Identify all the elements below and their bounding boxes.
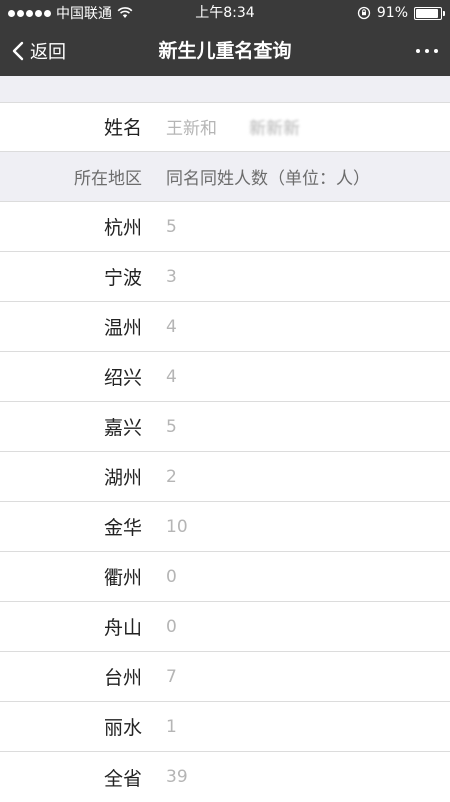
section-gap (0, 76, 450, 103)
page-title: 新生儿重名查询 (158, 40, 292, 62)
name-value-2: 新新新 (249, 119, 300, 139)
region-cell: 舟山 (103, 617, 142, 639)
region-cell: 湖州 (103, 467, 142, 489)
more-dot-icon (416, 49, 420, 53)
region-column-header: 所在地区 (74, 169, 142, 189)
count-cell: 1 (166, 716, 177, 737)
more-button[interactable] (416, 26, 438, 76)
more-dot-icon (425, 49, 429, 53)
count-cell: 2 (166, 466, 177, 487)
name-label: 姓名 (103, 117, 142, 139)
count-cell: 39 (166, 767, 188, 787)
count-cell: 0 (166, 616, 177, 637)
table-row: 衢州 0 (0, 552, 450, 602)
table-row: 嘉兴 5 (0, 402, 450, 452)
nav-bar: 返回 新生儿重名查询 (0, 26, 450, 76)
region-cell: 宁波 (103, 267, 142, 289)
status-bar: 中国联通 上午8:34 91% (0, 0, 450, 26)
battery-fill (416, 8, 438, 18)
count-cell: 4 (166, 366, 177, 387)
region-cell: 温州 (103, 317, 142, 339)
region-cell: 衢州 (103, 567, 142, 589)
table-header: 所在地区 同名同姓人数（单位：人） (0, 152, 450, 202)
count-column-header: 同名同姓人数（单位：人） (166, 169, 370, 189)
name-row: 姓名 王新和 新新新 (0, 102, 450, 152)
region-cell: 丽水 (103, 717, 142, 739)
count-cell: 5 (166, 416, 177, 437)
table-row: 丽水 1 (0, 702, 450, 752)
battery-icon (414, 6, 445, 20)
name-value-1: 王新和 (166, 119, 217, 139)
region-cell: 嘉兴 (103, 417, 142, 439)
table-row: 杭州 5 (0, 202, 450, 252)
table-row: 温州 4 (0, 302, 450, 352)
battery-percent: 91% (376, 5, 408, 21)
region-cell: 杭州 (103, 217, 142, 239)
region-cell: 全省 (103, 767, 142, 790)
more-dot-icon (434, 49, 438, 53)
region-cell: 金华 (103, 517, 142, 539)
table-row: 舟山 0 (0, 602, 450, 652)
table-row: 湖州 2 (0, 452, 450, 502)
count-cell: 0 (166, 566, 177, 587)
table-row: 宁波 3 (0, 252, 450, 302)
table-row: 金华 10 (0, 502, 450, 552)
region-cell: 台州 (103, 667, 142, 689)
count-cell: 3 (166, 266, 177, 287)
region-cell: 绍兴 (103, 367, 142, 389)
name-values: 王新和 新新新 (166, 114, 300, 139)
table-row: 台州 7 (0, 652, 450, 702)
table-row-total: 全省 39 (0, 752, 450, 802)
count-cell: 7 (166, 666, 177, 687)
count-cell: 10 (166, 516, 188, 537)
count-cell: 5 (166, 216, 177, 237)
rotation-lock-icon (357, 6, 371, 20)
table-row: 绍兴 4 (0, 352, 450, 402)
count-cell: 4 (166, 316, 177, 337)
status-right: 91% (357, 0, 445, 26)
